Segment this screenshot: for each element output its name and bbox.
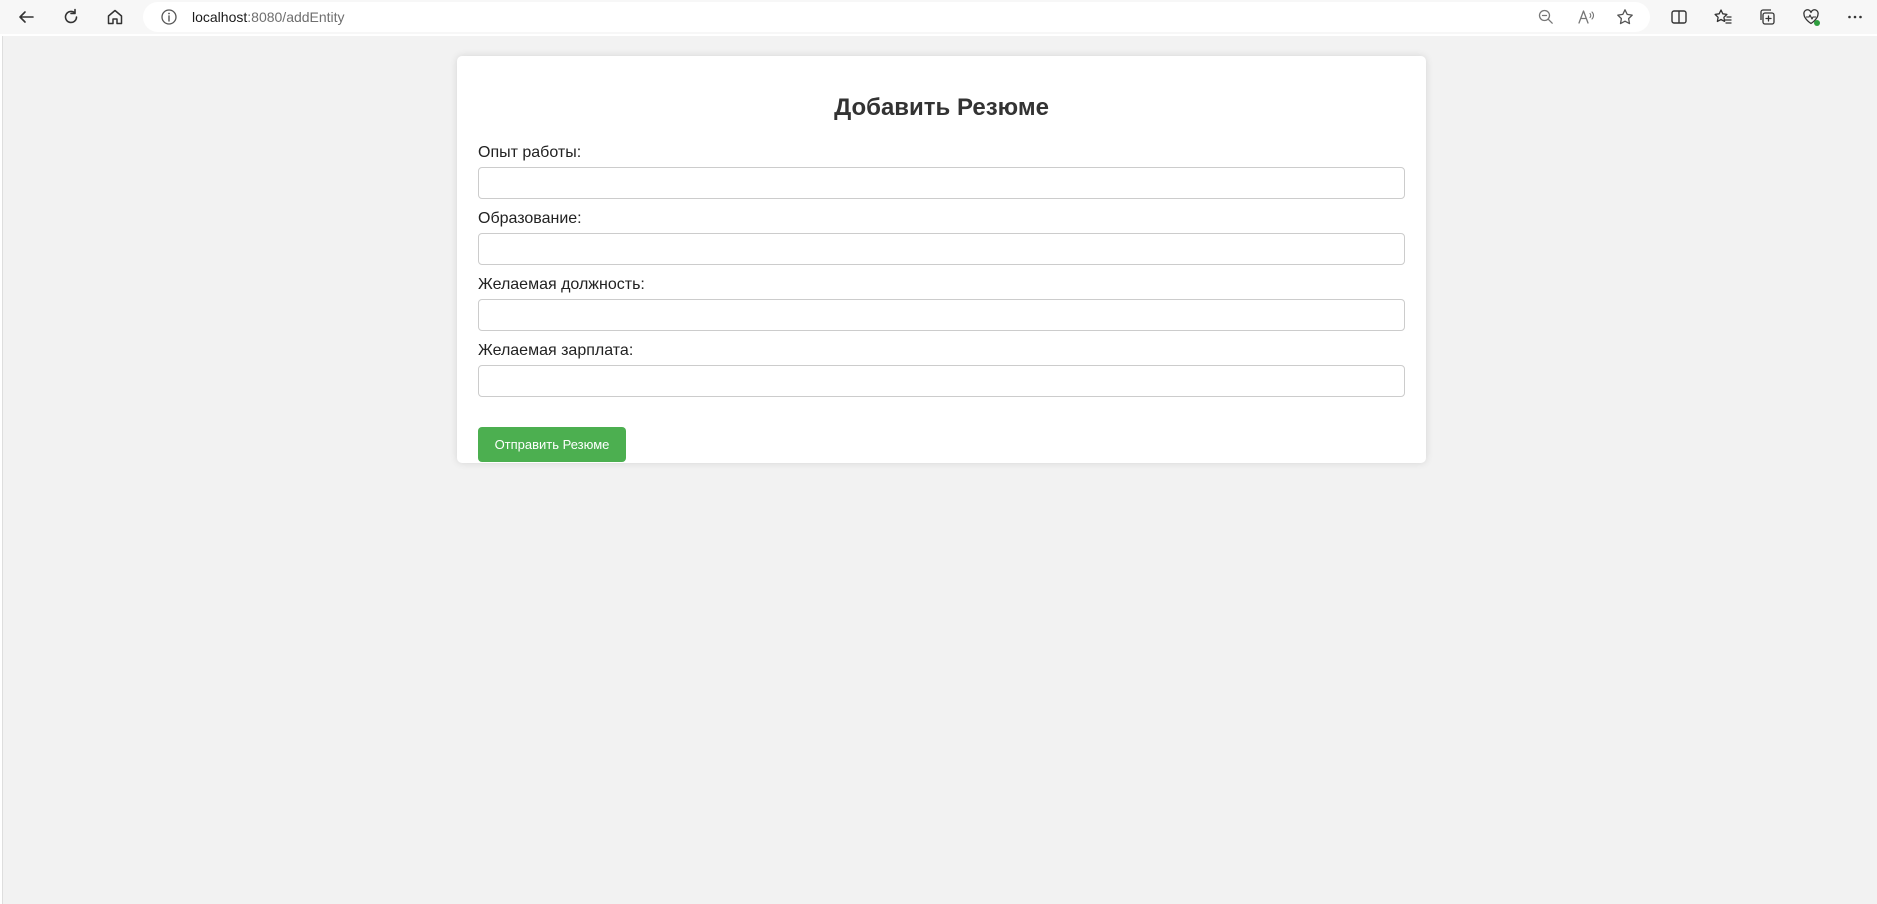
experience-label: Опыт работы: [478,144,582,161]
url-host: localhost [192,9,248,25]
resume-form-card: Добавить Резюме Опыт работы: Образование… [457,56,1426,463]
browser-toolbar: localhost:8080/addEntity [0,0,1877,34]
read-aloud-icon[interactable] [1576,7,1596,27]
desired-salary-label: Желаемая зарплата: [478,342,634,359]
desired-salary-input[interactable] [478,365,1405,397]
url-text[interactable]: localhost:8080/addEntity [192,9,345,25]
experience-input[interactable] [478,167,1405,199]
desired-position-label: Желаемая должность: [478,276,645,293]
split-screen-icon[interactable] [1664,2,1694,32]
refresh-icon[interactable] [56,2,86,32]
submit-resume-button[interactable]: Отправить Резюме [478,427,626,462]
favorites-icon[interactable] [1708,2,1738,32]
address-bar[interactable]: localhost:8080/addEntity [143,2,1650,32]
desired-position-input[interactable] [478,299,1405,331]
education-input[interactable] [478,233,1405,265]
collections-icon[interactable] [1752,2,1782,32]
form-title: Добавить Резюме [834,94,1049,121]
education-label: Образование: [478,210,582,227]
browser-essentials-icon[interactable] [1796,2,1826,32]
zoom-out-icon[interactable] [1536,7,1556,27]
page-viewport: Добавить Резюме Опыт работы: Образование… [2,36,1877,904]
url-path: :8080/addEntity [247,9,345,25]
back-icon[interactable] [11,2,41,32]
site-info-icon[interactable] [160,8,178,26]
home-icon[interactable] [100,2,130,32]
favorite-star-icon[interactable] [1615,7,1635,27]
more-icon[interactable] [1840,2,1870,32]
